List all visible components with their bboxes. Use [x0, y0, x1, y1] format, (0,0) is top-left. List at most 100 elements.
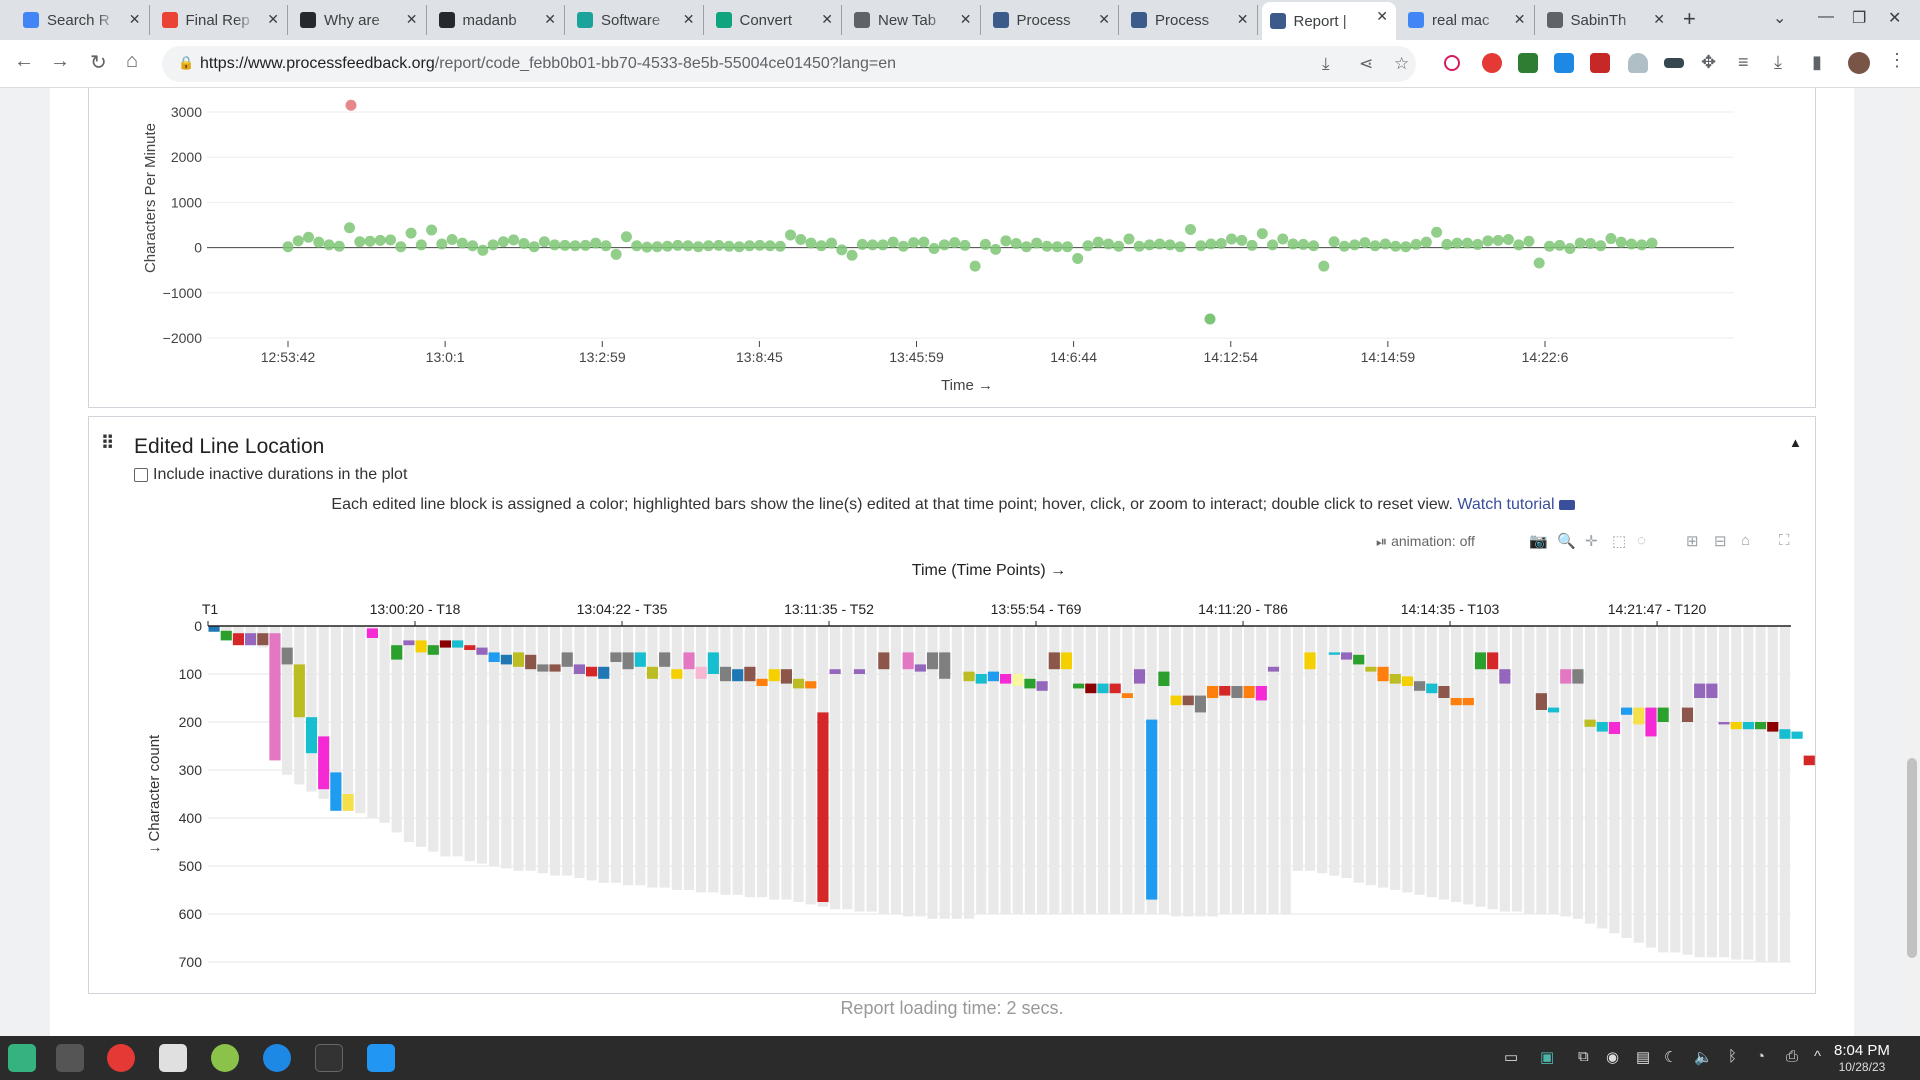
- edit-bar[interactable]: [549, 664, 561, 672]
- data-point[interactable]: [1420, 236, 1432, 248]
- edit-bar[interactable]: [1791, 731, 1803, 739]
- inactive-bar[interactable]: [878, 626, 889, 914]
- address-bar[interactable]: 🔒 https://www.processfeedback.org/report…: [162, 46, 1416, 82]
- edit-bar[interactable]: [853, 669, 866, 674]
- edit-bar[interactable]: [768, 669, 780, 682]
- inactive-bar[interactable]: [842, 626, 853, 910]
- edit-bar[interactable]: [683, 652, 695, 670]
- inactive-bar[interactable]: [1731, 626, 1742, 960]
- inactive-bar[interactable]: [963, 626, 975, 919]
- inactive-bar[interactable]: [1110, 626, 1121, 914]
- data-point[interactable]: [610, 248, 622, 260]
- inactive-bar[interactable]: [1451, 626, 1462, 902]
- edit-bar[interactable]: [1779, 729, 1791, 739]
- bookmark-star-icon[interactable]: ☆: [1394, 54, 1409, 74]
- edit-bar[interactable]: [1584, 719, 1596, 727]
- browser-tab[interactable]: Process ✕: [1123, 5, 1258, 35]
- data-point[interactable]: [887, 236, 899, 248]
- bluetooth-icon[interactable]: ᛒ: [1728, 1048, 1737, 1065]
- chromium-taskbar-icon[interactable]: [263, 1044, 291, 1072]
- inactive-bar[interactable]: [1012, 626, 1023, 914]
- inactive-bar[interactable]: [306, 626, 317, 792]
- edit-bar[interactable]: [391, 645, 403, 660]
- data-point[interactable]: [477, 244, 489, 256]
- inactive-bar[interactable]: [1438, 626, 1450, 900]
- browser-tab[interactable]: SabinTh ✕: [1539, 5, 1674, 35]
- tab-close-icon[interactable]: ✕: [1098, 11, 1110, 28]
- edit-bar[interactable]: [1353, 654, 1365, 665]
- inactive-bar[interactable]: [1341, 626, 1352, 878]
- data-point[interactable]: [846, 249, 858, 261]
- edit-bar[interactable]: [415, 640, 427, 653]
- cpm-scatter-chart[interactable]: 3000 2000 1000 0 −1000 −2000 Characters Per Mi…: [89, 88, 1817, 408]
- data-point[interactable]: [990, 243, 1002, 255]
- edit-bar[interactable]: [695, 666, 707, 679]
- close-window-button[interactable]: ✕: [1888, 8, 1901, 28]
- clipboard-tray-icon[interactable]: ▤: [1636, 1048, 1650, 1066]
- edit-bar[interactable]: [1328, 652, 1340, 655]
- data-point[interactable]: [1102, 238, 1114, 250]
- edit-bar[interactable]: [732, 669, 744, 682]
- browser-tab[interactable]: real mac ✕: [1400, 5, 1535, 35]
- edit-bar[interactable]: [488, 652, 500, 662]
- edit-bar[interactable]: [987, 671, 999, 682]
- edit-bar[interactable]: [1243, 686, 1255, 698]
- data-point[interactable]: [1174, 241, 1186, 253]
- data-point[interactable]: [1277, 233, 1289, 245]
- inactive-bar[interactable]: [1414, 626, 1425, 895]
- browser-tab[interactable]: Final Rep ✕: [154, 5, 288, 35]
- inactive-bar[interactable]: [1024, 626, 1036, 914]
- inactive-bar[interactable]: [1073, 626, 1084, 914]
- data-point[interactable]: [1523, 235, 1535, 247]
- data-point[interactable]: [364, 235, 376, 247]
- data-point[interactable]: [1092, 236, 1104, 248]
- data-point[interactable]: [1082, 240, 1094, 252]
- edit-bar[interactable]: [1401, 676, 1414, 686]
- data-point[interactable]: [1020, 241, 1032, 253]
- inactive-bar[interactable]: [903, 626, 914, 917]
- data-point[interactable]: [620, 231, 632, 243]
- data-point[interactable]: [590, 237, 602, 249]
- data-point[interactable]: [651, 241, 663, 253]
- edit-bar[interactable]: [232, 633, 245, 646]
- data-point[interactable]: [1297, 238, 1309, 250]
- edit-bar[interactable]: [1754, 722, 1767, 730]
- inactive-bar[interactable]: [732, 626, 743, 895]
- data-point[interactable]: [1400, 241, 1412, 253]
- data-point[interactable]: [682, 240, 694, 252]
- new-tab-button[interactable]: +: [1683, 6, 1696, 32]
- data-point[interactable]: [374, 234, 386, 246]
- edit-bar[interactable]: [1718, 722, 1730, 725]
- inactive-bar[interactable]: [1377, 626, 1389, 888]
- edit-bar[interactable]: [939, 652, 951, 679]
- edit-bar[interactable]: [1426, 683, 1438, 694]
- data-point[interactable]: [1492, 234, 1504, 246]
- inactive-bar[interactable]: [720, 626, 731, 895]
- edit-bar[interactable]: [476, 647, 488, 655]
- data-point[interactable]: [518, 238, 530, 250]
- inactive-bar[interactable]: [440, 626, 451, 857]
- data-point[interactable]: [938, 239, 950, 251]
- data-point[interactable]: [569, 240, 581, 252]
- inactive-bar[interactable]: [1609, 626, 1620, 934]
- data-point[interactable]: [1051, 241, 1063, 253]
- data-point[interactable]: [785, 229, 797, 241]
- edit-bar[interactable]: [1535, 693, 1547, 710]
- data-point[interactable]: [949, 237, 961, 249]
- extension-adblock-icon[interactable]: [1482, 53, 1502, 73]
- edit-bar[interactable]: [1462, 698, 1474, 706]
- edit-bar[interactable]: [427, 645, 439, 655]
- data-point[interactable]: [969, 260, 981, 272]
- data-point[interactable]: [1072, 252, 1084, 264]
- inactive-bar[interactable]: [744, 626, 755, 898]
- data-point[interactable]: [1000, 235, 1012, 247]
- edit-bar[interactable]: [975, 674, 987, 684]
- data-point[interactable]: [1595, 240, 1607, 252]
- data-point[interactable]: [1236, 234, 1248, 246]
- edit-bar[interactable]: [1389, 674, 1401, 684]
- data-point[interactable]: [1041, 240, 1053, 252]
- inactive-bar[interactable]: [1183, 626, 1194, 917]
- vscode-taskbar-icon[interactable]: [367, 1044, 395, 1072]
- data-point[interactable]: [456, 237, 468, 249]
- edit-bar[interactable]: [366, 628, 378, 638]
